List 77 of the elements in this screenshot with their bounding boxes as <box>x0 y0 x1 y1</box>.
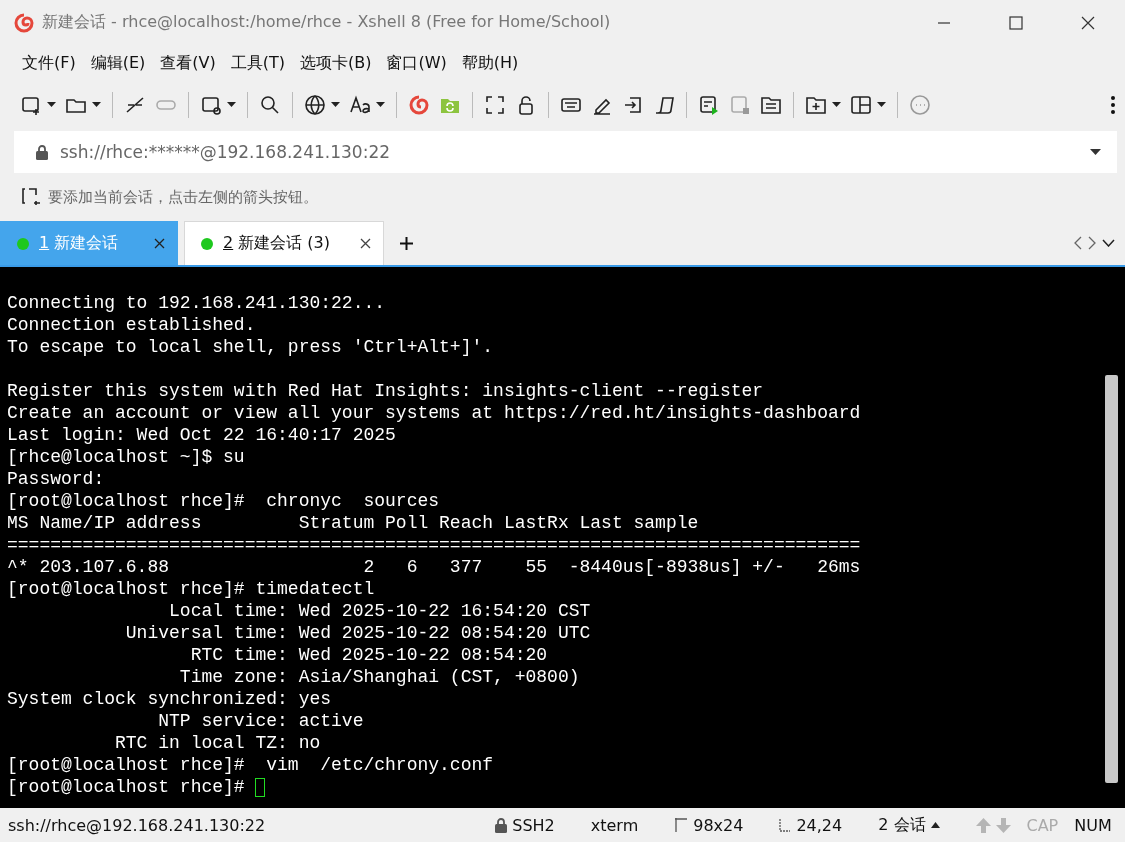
resize-icon <box>674 817 689 833</box>
address-field[interactable]: ssh://rhce:******@192.168.241.130:22 <box>14 131 1117 173</box>
caret-icon[interactable] <box>877 101 886 108</box>
spiral-logo-icon <box>14 12 34 33</box>
terminal-line: Register this system with Red Hat Insights: insights-client --register <box>7 380 764 402</box>
terminal-line: [root@localhost rhce]# vim /etc/chrony.conf <box>7 754 494 776</box>
status-dot-icon <box>17 237 29 250</box>
more-icon[interactable] <box>1111 95 1115 114</box>
hint-text: 要添加当前会话，点击左侧的箭头按钮。 <box>48 187 318 207</box>
lock-icon <box>495 817 508 833</box>
terminal-line: ^* 203.107.6.88 2 6 377 55 -8440us[-8938us] +/- 26ms <box>7 556 861 578</box>
menu-item[interactable]: 查看(V) <box>160 53 216 74</box>
address-text: ssh://rhce:******@192.168.241.130:22 <box>60 142 391 162</box>
menu-item[interactable]: 选项卡(B) <box>300 53 372 74</box>
status-text: 24,24 <box>796 815 843 835</box>
terminal-line: Local time: Wed 2025-10-22 16:54:20 CST <box>168 600 591 622</box>
terminal-line: Universal time: Wed 2025-10-22 08:54:20 UTC <box>124 622 591 644</box>
terminal-line: NTP service: active <box>157 710 364 732</box>
close-icon[interactable] <box>360 238 371 249</box>
terminal-line: Last login: Wed Oct 22 16:40:17 2025 <box>7 424 396 446</box>
play-log-icon[interactable] <box>698 93 720 116</box>
add-tab-icon[interactable] <box>400 236 413 250</box>
terminal-line: System clock synchronized: yes <box>7 688 332 710</box>
terminal-line: RTC time: Wed 2025-10-22 08:54:20 <box>189 644 548 666</box>
caret-up-icon[interactable] <box>930 822 940 828</box>
caret-icon[interactable] <box>1090 148 1101 156</box>
terminal-line: RTC in local TZ: no <box>114 732 321 754</box>
status-text: CAP <box>1026 815 1059 835</box>
terminal-line: Connection established. <box>7 314 256 336</box>
terminal-line: =============================================================================== <box>7 534 861 556</box>
cursor-position-icon <box>779 818 792 832</box>
status-text: NUM <box>1074 815 1112 835</box>
terminal-line: To escape to local shell, press 'Ctrl+Alt+]'. <box>7 336 494 358</box>
terminal-line: [rhce@localhost ~]$ su <box>7 446 245 468</box>
caret-icon[interactable] <box>331 101 340 108</box>
terminal-line: [root@localhost rhce]# chronyc sources <box>7 490 440 512</box>
status-text: 2 会话 <box>878 814 926 836</box>
close-icon[interactable] <box>1081 15 1095 30</box>
terminal-line: [root@localhost rhce]# timedatectl <box>7 578 375 600</box>
maximize-icon[interactable] <box>1009 15 1023 30</box>
chevron-down-icon[interactable] <box>1102 239 1115 247</box>
fullscreen-icon[interactable] <box>484 93 506 116</box>
caret-icon[interactable] <box>47 101 56 108</box>
lock-icon <box>36 144 48 160</box>
layout-icon[interactable] <box>850 93 872 116</box>
menu-item[interactable]: 帮助(H) <box>461 53 519 74</box>
tab-label: 1 新建会话 <box>39 233 119 254</box>
status-text: ssh://rhce@192.168.241.130:22 <box>8 815 266 835</box>
menu-item[interactable]: 编辑(E) <box>90 53 146 74</box>
search-icon[interactable] <box>259 93 281 116</box>
terminal-line: Time zone: Asia/Shanghai (CST, +0800) <box>178 666 580 688</box>
menu-item[interactable]: 工具(T) <box>230 53 285 74</box>
status-dot-icon <box>201 237 213 250</box>
caret-icon[interactable] <box>92 101 101 108</box>
terminal-line: [root@localhost rhce]# <box>7 776 246 798</box>
chevron-left-icon[interactable] <box>1074 236 1082 250</box>
window-title: 新建会话 - rhce@localhost:/home/rhce - Xshell 8 (Free for Home/School) <box>42 12 611 33</box>
globe-icon[interactable] <box>304 93 326 116</box>
caret-icon[interactable] <box>832 101 841 108</box>
spiral-logo-icon[interactable] <box>408 93 430 116</box>
terminal-line: Connecting to 192.168.241.130:22... <box>7 292 386 314</box>
add-session-icon[interactable] <box>22 188 42 206</box>
tab-label: 2 新建会话 (3) <box>223 233 331 254</box>
caret-icon[interactable] <box>227 101 236 108</box>
chevron-right-icon[interactable] <box>1088 236 1096 250</box>
terminal-line: Create an account or view all your systems at https://red.ht/insights-dashboard <box>7 402 861 424</box>
terminal-line: MS Name/IP address Stratum Poll Reach LastRx Last sample <box>7 512 699 534</box>
session-tab[interactable]: 2 新建会话 (3) <box>184 221 384 265</box>
scrollbar-thumb[interactable] <box>1105 375 1118 783</box>
menu-item[interactable]: 文件(F) <box>22 53 76 74</box>
menu-item[interactable]: 窗口(W) <box>386 53 447 74</box>
close-icon[interactable] <box>154 238 165 249</box>
caret-icon[interactable] <box>376 101 385 108</box>
status-text: SSH2 <box>512 815 555 835</box>
status-text: 98x24 <box>693 815 744 835</box>
terminal-line: Password: <box>7 468 106 490</box>
status-text: xterm <box>590 815 639 835</box>
